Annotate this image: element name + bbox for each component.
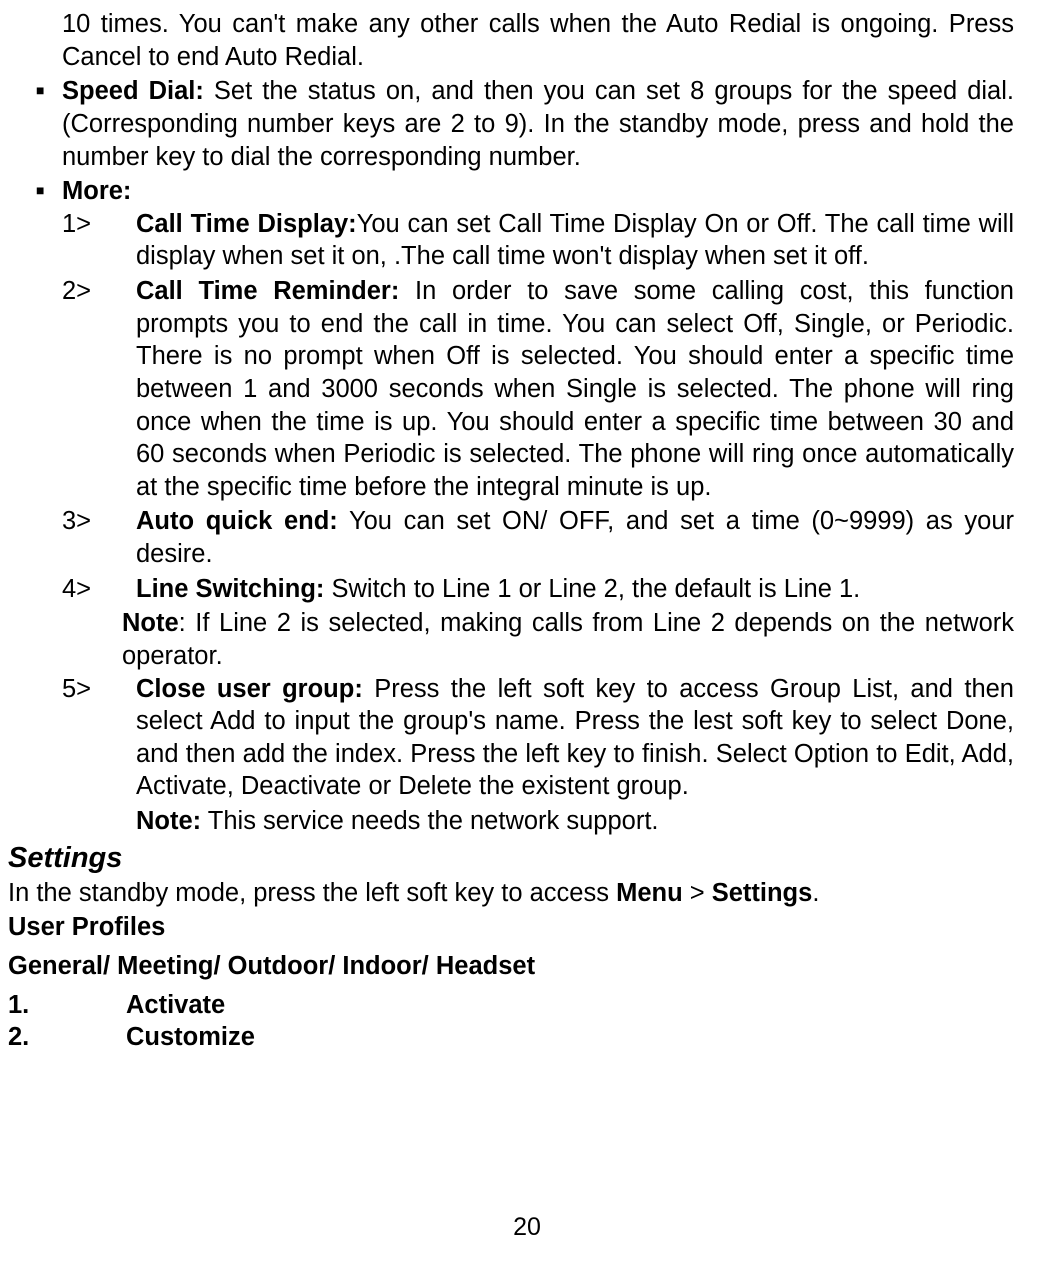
num-marker: 1> bbox=[62, 208, 136, 273]
more-label: More: bbox=[62, 177, 131, 205]
note-text: : If Line 2 is selected, making calls fr… bbox=[122, 609, 1014, 670]
num-marker: 3> bbox=[62, 505, 136, 570]
bullet-marker-icon: ■ bbox=[8, 175, 62, 838]
call-time-display-label: Call Time Display: bbox=[136, 210, 357, 238]
settings-menu-bold: Menu bbox=[616, 879, 683, 907]
item-auto-quick-end: 3> Auto quick end: You can set ON/ OFF, … bbox=[62, 505, 1014, 570]
bullet-more: ■ More: 1> Call Time Display:You can set… bbox=[8, 175, 1014, 838]
bullet-list: ■ Speed Dial: Set the status on, and the… bbox=[8, 75, 1014, 837]
page-number: 20 bbox=[0, 1211, 1054, 1243]
note-label: Note bbox=[122, 609, 179, 637]
option-label: Activate bbox=[126, 989, 225, 1022]
bullet-speed-dial: ■ Speed Dial: Set the status on, and the… bbox=[8, 75, 1014, 173]
profiles-line: General/ Meeting/ Outdoor/ Indoor/ Heads… bbox=[8, 950, 1014, 983]
close-user-group-label: Close user group: bbox=[136, 675, 363, 703]
speed-dial-label: Speed Dial: bbox=[62, 77, 214, 105]
num-marker: 2> bbox=[62, 275, 136, 503]
profiles-options-list: 1. Activate 2. Customize bbox=[8, 989, 1014, 1054]
note-text: This service needs the network support. bbox=[201, 807, 658, 835]
numbered-list: 1> Call Time Display:You can set Call Ti… bbox=[62, 208, 1014, 838]
line-switching-label: Line Switching: bbox=[136, 575, 324, 603]
option-number: 1. bbox=[8, 989, 126, 1022]
option-number: 2. bbox=[8, 1021, 126, 1054]
user-profiles-heading: User Profiles bbox=[8, 911, 1014, 944]
item-call-time-reminder: 2> Call Time Reminder: In order to save … bbox=[62, 275, 1014, 503]
num-marker: 5> bbox=[62, 673, 136, 804]
call-time-reminder-label: Call Time Reminder: bbox=[136, 277, 399, 305]
bullet-marker-icon: ■ bbox=[8, 75, 62, 173]
num-marker: 4> bbox=[62, 573, 136, 606]
option-customize: 2. Customize bbox=[8, 1021, 1014, 1054]
auto-quick-end-label: Auto quick end: bbox=[136, 507, 338, 535]
settings-intro: In the standby mode, press the left soft… bbox=[8, 877, 1014, 910]
close-user-group-note: Note: This service needs the network sup… bbox=[62, 805, 1014, 838]
option-label: Customize bbox=[126, 1021, 255, 1054]
settings-settings-bold: Settings bbox=[712, 879, 813, 907]
note-label: Note: bbox=[136, 807, 201, 835]
intro-paragraph: 10 times. You can't make any other calls… bbox=[62, 8, 1014, 73]
line-switching-text: Switch to Line 1 or Line 2, the default … bbox=[324, 575, 860, 603]
call-time-reminder-text: In order to save some calling cost, this… bbox=[136, 277, 1014, 501]
settings-intro-pre: In the standby mode, press the left soft… bbox=[8, 879, 616, 907]
settings-intro-end: . bbox=[812, 879, 819, 907]
option-activate: 1. Activate bbox=[8, 989, 1014, 1022]
page: 10 times. You can't make any other calls… bbox=[0, 0, 1054, 1261]
item-line-switching: 4> Line Switching: Switch to Line 1 or L… bbox=[62, 573, 1014, 606]
item-call-time-display: 1> Call Time Display:You can set Call Ti… bbox=[62, 208, 1014, 273]
line-switching-note: Note: If Line 2 is selected, making call… bbox=[62, 607, 1014, 672]
settings-intro-mid: > bbox=[683, 879, 712, 907]
settings-heading: Settings bbox=[8, 840, 1014, 877]
item-close-user-group: 5> Close user group: Press the left soft… bbox=[62, 673, 1014, 804]
